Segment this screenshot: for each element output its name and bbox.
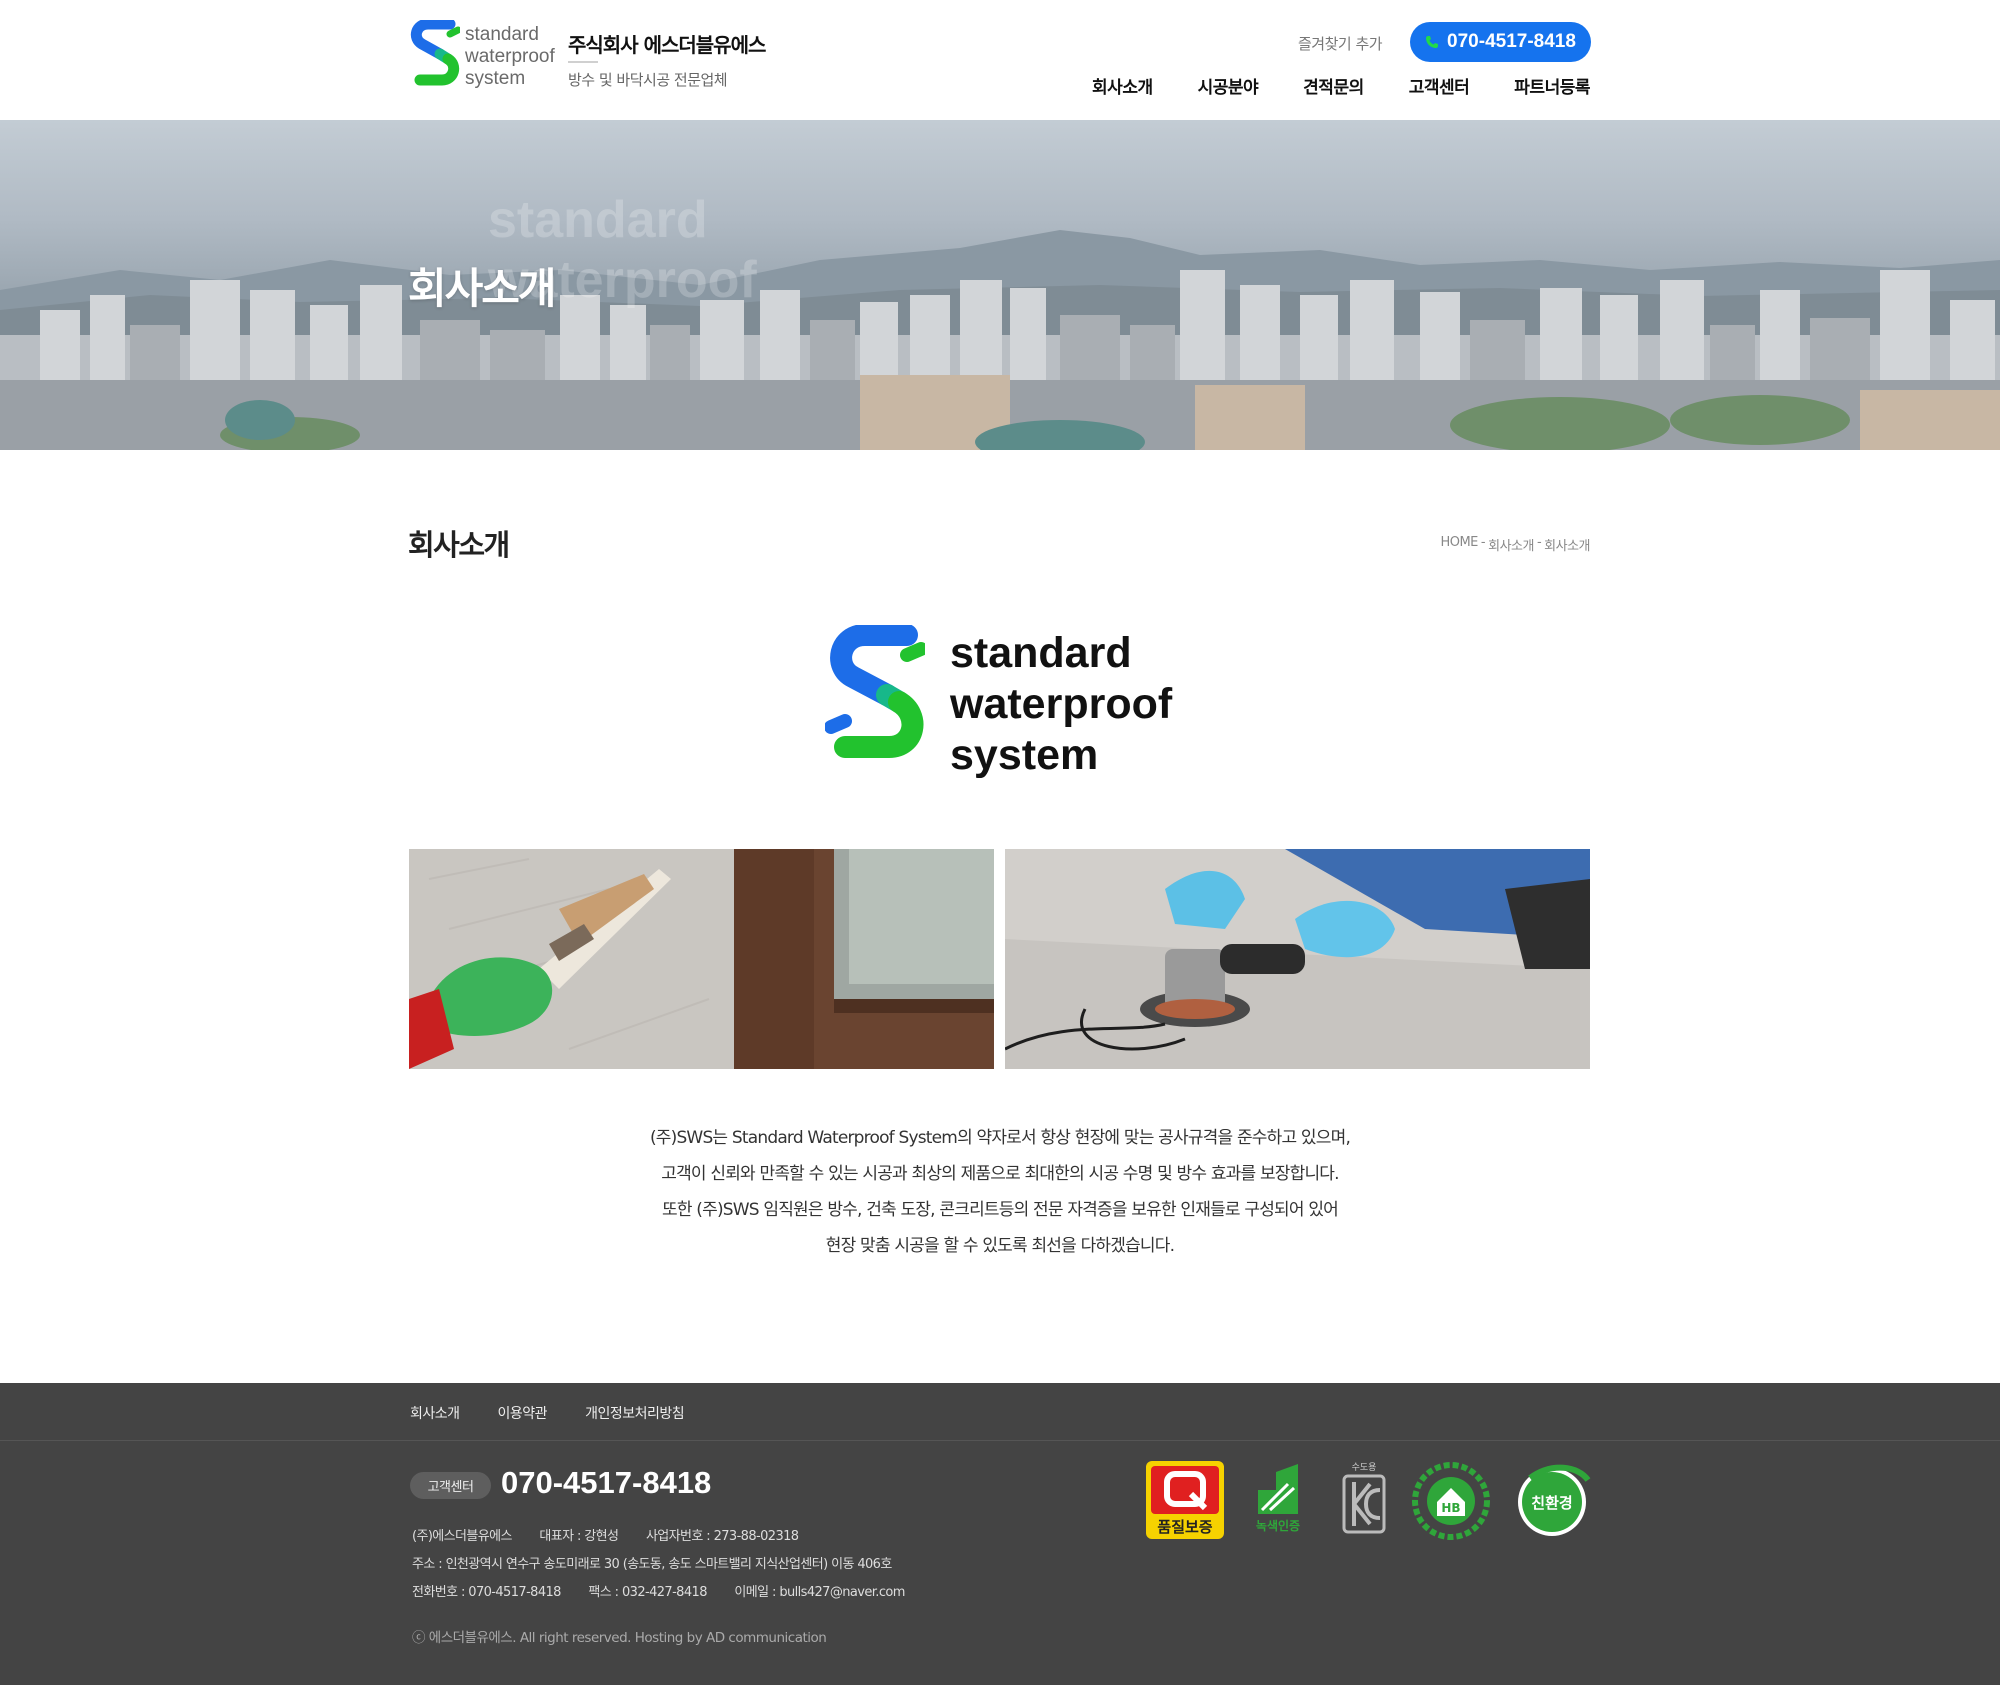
breadcrumb-separator: - — [1480, 535, 1486, 550]
green-cert-label: 녹색인증 — [1256, 1518, 1300, 1533]
kc-cert-label: 수도용 — [1352, 1462, 1377, 1473]
company-description: 방수 및 바닥시공 전문업체 — [568, 71, 728, 89]
brand-word: system — [950, 731, 1099, 779]
info-phone: 전화번호 : 070-4517-8418 — [412, 1585, 561, 1600]
info-business-number: 사업자번호 : 273-88-02318 — [645, 1529, 799, 1544]
brand-word: standard — [950, 629, 1132, 677]
quality-cert-label: 품질보증 — [1157, 1518, 1212, 1536]
phone-icon — [1426, 36, 1439, 48]
eco-cert-label: 친환경 — [1531, 1494, 1572, 1512]
nav-item-estimate[interactable]: 견적문의 — [1303, 73, 1364, 98]
intro-line: 또한 (주)SWS 임직원은 방수, 건축 도장, 콘크리트등의 전문 자격증을… — [661, 1200, 1339, 1220]
info-company: (주)에스더블유에스 — [412, 1529, 512, 1544]
customer-center-phone: 070-4517-8418 — [501, 1465, 712, 1500]
plastering-image — [409, 849, 994, 1069]
sws-logo-icon[interactable] — [410, 20, 460, 98]
footer-nav: 회사소개 이용약관 개인정보처리방침 — [410, 1403, 685, 1423]
site-header: standard waterproof system 주식회사 에스더블유에스 … — [0, 0, 2000, 120]
green-cert-mark: 녹색인증 — [1248, 1460, 1308, 1540]
brand-word: waterproof — [950, 680, 1173, 728]
company-divider — [568, 61, 598, 63]
healthy-building-cert-label: HB — [1441, 1501, 1460, 1515]
breadcrumb: HOME - 회사소개 - 회사소개 — [1440, 535, 1590, 554]
breadcrumb-current: 회사소개 — [1544, 539, 1590, 554]
copyright: ⓒ 에스더블유에스. All right reserved. Hosting b… — [412, 1630, 827, 1646]
main-nav: 회사소개 시공분야 견적문의 고객센터 파트너등록 — [1047, 73, 1590, 98]
breadcrumb-separator: - — [1536, 535, 1542, 550]
eco-cert-mark: 친환경 — [1512, 1460, 1592, 1540]
hero-watermark-line: standard — [488, 191, 708, 249]
intro-line: 현장 맞춤 시공을 할 수 있도록 최선을 다하겠습니다. — [825, 1236, 1175, 1256]
kc-cert-icon: 수도용 — [1342, 1462, 1386, 1534]
nav-item-construction[interactable]: 시공분야 — [1198, 73, 1259, 98]
quality-cert-icon: 품질보증 — [1146, 1461, 1224, 1539]
green-cert-icon: 녹색인증 — [1256, 1464, 1300, 1533]
nav-item-company[interactable]: 회사소개 — [1092, 73, 1153, 98]
healthy-building-cert-icon: HB — [1412, 1462, 1490, 1540]
brand-wordmark: standard waterproof system — [950, 628, 1172, 781]
company-name: 주식회사 에스더블유에스 — [568, 33, 766, 57]
nav-item-partner[interactable]: 파트너등록 — [1514, 73, 1590, 98]
hero-banner: standard waterproof 회사소개 — [0, 120, 2000, 450]
quality-cert-mark: 품질보증 — [1145, 1460, 1225, 1540]
grinding-photo — [1005, 849, 1590, 1069]
healthy-building-cert-mark: HB — [1410, 1460, 1492, 1542]
company-info: (주)에스더블유에스 대표자 : 강현성 사업자번호 : 273-88-0231… — [412, 1523, 929, 1607]
eco-cert-icon: 친환경 — [1518, 1464, 1591, 1536]
bookmark-link[interactable]: 즐겨찾기 추가 — [1298, 33, 1383, 54]
breadcrumb-item[interactable]: 회사소개 — [1488, 535, 1534, 554]
info-email: 이메일 : bulls427@naver.com — [734, 1585, 905, 1600]
footer-divider — [0, 1440, 2000, 1441]
phone-number: 070-4517-8418 — [1447, 31, 1576, 52]
breadcrumb-home[interactable]: HOME — [1440, 535, 1478, 554]
intro-line: (주)SWS는 Standard Waterproof System의 약자로서… — [649, 1128, 1351, 1148]
customer-center-badge: 고객센터 — [410, 1472, 491, 1499]
logo-word: standard — [465, 24, 539, 45]
info-row: 주소 : 인천광역시 연수구 송도미래로 30 (송도동, 송도 스마트밸리 지… — [412, 1551, 929, 1579]
plastering-photo — [409, 849, 994, 1069]
kc-cert-mark: 수도용 — [1340, 1460, 1388, 1540]
info-ceo: 대표자 : 강현성 — [539, 1529, 619, 1544]
floor-grinding-image — [1005, 849, 1590, 1069]
logo-word: system — [465, 68, 526, 89]
hero-title: 회사소개 — [408, 264, 557, 313]
footer-link-company[interactable]: 회사소개 — [410, 1403, 460, 1423]
company-intro-text: (주)SWS는 Standard Waterproof System의 약자로서… — [500, 1120, 1500, 1264]
logo-wordmark[interactable]: standard waterproof system — [465, 24, 555, 90]
footer-link-terms[interactable]: 이용약관 — [498, 1403, 548, 1423]
phone-button[interactable]: 070-4517-8418 — [1410, 22, 1591, 62]
site-footer: 회사소개 이용약관 개인정보처리방침 고객센터 070-4517-8418 (주… — [0, 1383, 2000, 1685]
nav-item-support[interactable]: 고객센터 — [1409, 73, 1470, 98]
info-row: (주)에스더블유에스 대표자 : 강현성 사업자번호 : 273-88-0231… — [412, 1523, 929, 1551]
info-row: 전화번호 : 070-4517-8418 팩스 : 032-427-8418 이… — [412, 1579, 929, 1607]
page-title: 회사소개 — [408, 528, 510, 562]
info-address: 주소 : 인천광역시 연수구 송도미래로 30 (송도동, 송도 스마트밸리 지… — [412, 1557, 892, 1572]
sws-brand-logo-icon — [825, 625, 925, 758]
intro-line: 고객이 신뢰와 만족할 수 있는 시공과 최상의 제품으로 최대한의 시공 수명… — [661, 1164, 1339, 1184]
info-fax: 팩스 : 032-427-8418 — [588, 1585, 707, 1600]
footer-link-privacy[interactable]: 개인정보처리방침 — [585, 1403, 685, 1423]
logo-word: waterproof — [465, 46, 555, 67]
city-skyline-image — [0, 230, 2000, 450]
